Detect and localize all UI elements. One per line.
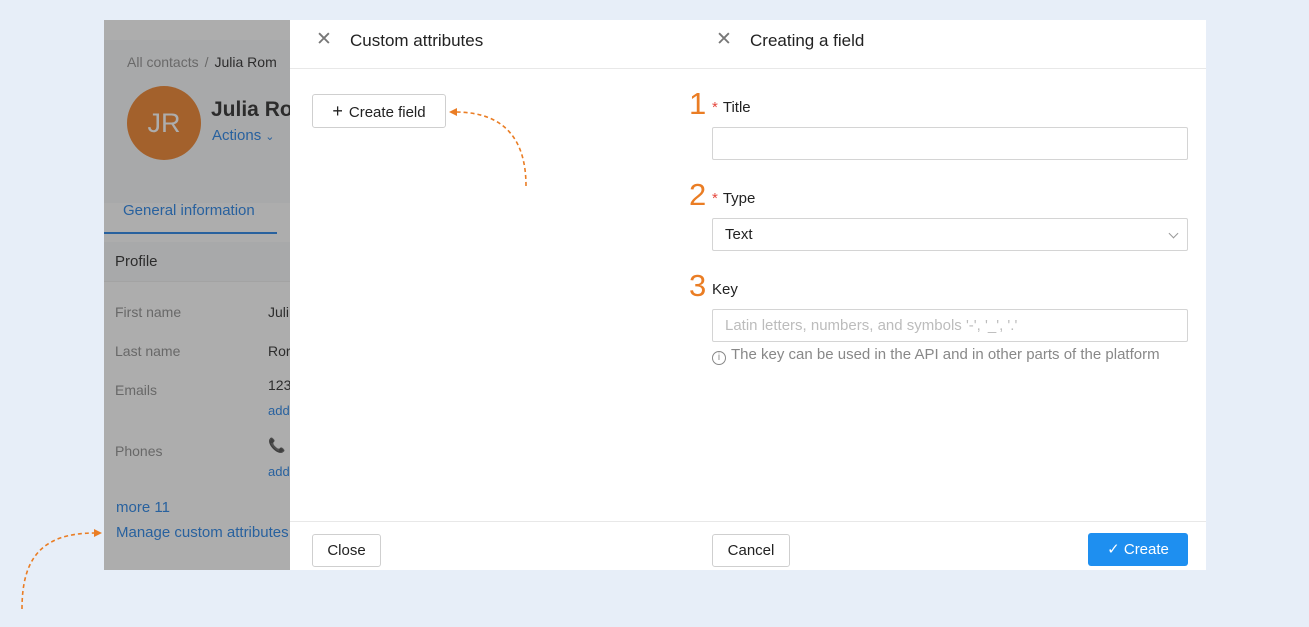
key-hint-text: The key can be used in the API and in ot… — [731, 346, 1160, 363]
creating-field-title: Creating a field — [750, 31, 865, 50]
plus-icon: + — [332, 101, 343, 121]
arrow-to-manage-attributes — [21, 532, 96, 610]
key-input[interactable]: Latin letters, numbers, and symbols '-',… — [712, 309, 1188, 342]
close-icon[interactable]: ✕ — [715, 30, 733, 49]
custom-attributes-footer: Close — [290, 521, 687, 570]
title-label: * Title — [712, 99, 751, 116]
custom-attributes-title: Custom attributes — [350, 31, 484, 50]
cancel-button[interactable]: Cancel — [712, 534, 790, 567]
step-number-3: 3 — [689, 268, 707, 303]
step-number-2: 2 — [689, 177, 707, 212]
custom-attributes-header: ✕ Custom attributes — [290, 20, 687, 69]
key-hint: i The key can be used in the API and in o… — [712, 346, 1160, 365]
type-label: * Type — [712, 190, 755, 207]
creating-field-panel: ✕ Creating a field 1 * Title 2 * Type Text… — [687, 20, 1206, 570]
create-field-label: Create field — [348, 104, 426, 121]
info-icon: i — [712, 351, 726, 365]
step-number-1: 1 — [689, 86, 707, 121]
type-select-value: Text — [725, 226, 753, 243]
check-icon: ✓ — [1107, 541, 1120, 558]
custom-attributes-panel: ✕ Custom attributes + Create field Close — [290, 20, 687, 570]
contact-card: All contacts / Julia Rom JR Julia Ron Acti… — [104, 20, 1206, 570]
required-asterisk: * — [712, 190, 718, 207]
close-icon[interactable]: ✕ — [315, 30, 333, 49]
create-button[interactable]: ✓ Create — [1088, 533, 1188, 566]
create-label: Create — [1123, 541, 1169, 558]
close-button[interactable]: Close — [312, 534, 381, 567]
type-label-text: Type — [722, 190, 756, 207]
title-input[interactable] — [712, 127, 1188, 160]
create-field-button[interactable]: + Create field — [312, 94, 446, 128]
key-label: Key — [712, 281, 738, 298]
creating-field-header: ✕ Creating a field — [687, 20, 1206, 69]
required-asterisk: * — [712, 99, 718, 116]
chevron-down-icon — [1168, 228, 1179, 239]
title-label-text: Title — [722, 99, 751, 116]
arrowhead-manage-attributes — [94, 529, 102, 537]
type-select[interactable]: Text — [712, 218, 1188, 251]
